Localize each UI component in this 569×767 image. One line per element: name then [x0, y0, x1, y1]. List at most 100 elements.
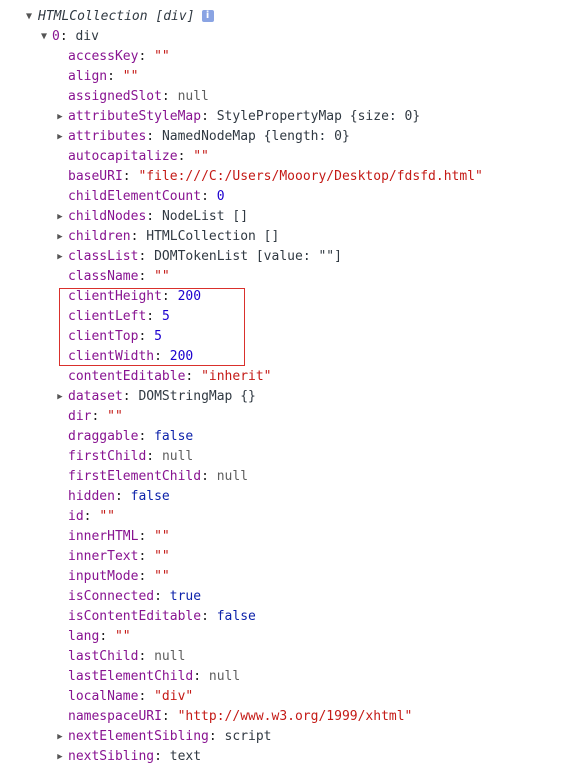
- property-name: clientWidth: [68, 349, 155, 364]
- property-row: assignedSlot: null: [0, 87, 569, 107]
- property-name: accessKey: [68, 49, 139, 64]
- collection-header-row[interactable]: ▼ HTMLCollection [div] i: [0, 7, 569, 27]
- property-value: 200: [169, 349, 194, 364]
- property-row[interactable]: ▶ dataset: DOMStringMap {}: [0, 387, 569, 407]
- object-tree: ▼ HTMLCollection [div] i ▼ 0: div accessK…: [0, 7, 569, 767]
- property-entry: lastElementChild: null: [68, 669, 241, 684]
- property-entry: localName: "div": [68, 689, 194, 704]
- property-name: attributeStyleMap: [68, 109, 202, 124]
- property-entry: innerHTML: "": [68, 529, 170, 544]
- property-row: isContentEditable: false: [0, 607, 569, 627]
- property-name: align: [68, 69, 108, 84]
- property-value: "": [193, 149, 209, 164]
- property-value: "http://www.w3.org/1999/xhtml": [177, 709, 413, 724]
- node-row[interactable]: ▼ 0: div: [0, 27, 569, 47]
- collection-label: HTMLCollection [div]: [38, 9, 195, 24]
- property-name: lastElementChild: [68, 669, 194, 684]
- property-entry: attributes: NamedNodeMap {length: 0}: [68, 129, 350, 144]
- collapse-arrow-icon[interactable]: ▶: [56, 207, 64, 227]
- property-row: firstChild: null: [0, 447, 569, 467]
- property-row[interactable]: ▶ attributes: NamedNodeMap {length: 0}: [0, 127, 569, 147]
- property-row: innerHTML: "": [0, 527, 569, 547]
- property-value: null: [208, 669, 241, 684]
- property-name: innerText: [68, 549, 139, 564]
- property-row[interactable]: ▶ nextElementSibling: script: [0, 727, 569, 747]
- property-value: HTMLCollection []: [146, 229, 280, 244]
- property-name: baseURI: [68, 169, 123, 184]
- property-row: clientLeft: 5: [0, 307, 569, 327]
- property-name: nextElementSibling: [68, 729, 209, 744]
- property-value: true: [169, 589, 202, 604]
- property-row: clientTop: 5: [0, 327, 569, 347]
- property-entry: childNodes: NodeList []: [68, 209, 249, 224]
- collapse-arrow-icon[interactable]: ▶: [56, 227, 64, 247]
- property-entry: inputMode: "": [68, 569, 170, 584]
- property-entry: dir: "": [68, 409, 123, 424]
- collapse-arrow-icon[interactable]: ▶: [56, 727, 64, 747]
- property-value: null: [154, 649, 186, 664]
- property-row: accessKey: "": [0, 47, 569, 67]
- collapse-arrow-icon[interactable]: ▶: [56, 247, 64, 267]
- property-name: lang: [68, 629, 100, 644]
- property-name: autocapitalize: [68, 149, 178, 164]
- collapse-arrow-icon[interactable]: ▶: [56, 747, 64, 767]
- property-entry: attributeStyleMap: StylePropertyMap {siz…: [68, 109, 421, 124]
- property-row[interactable]: ▶ classList: DOMTokenList [value: ""]: [0, 247, 569, 267]
- property-entry: accessKey: "": [68, 49, 170, 64]
- property-entry: assignedSlot: null: [68, 89, 209, 104]
- property-value: 5: [161, 309, 170, 324]
- property-row[interactable]: ▶ childNodes: NodeList []: [0, 207, 569, 227]
- property-entry: clientWidth: 200: [68, 349, 194, 364]
- property-row: clientWidth: 200: [0, 347, 569, 367]
- collapse-arrow-icon[interactable]: ▶: [56, 387, 64, 407]
- property-entry: clientTop: 5: [68, 329, 162, 344]
- property-name: draggable: [68, 429, 139, 444]
- node-type: div: [75, 29, 99, 44]
- property-row: autocapitalize: "": [0, 147, 569, 167]
- property-entry: clientLeft: 5: [68, 309, 170, 324]
- property-value: "inherit": [201, 369, 272, 384]
- property-row: innerText: "": [0, 547, 569, 567]
- property-row: firstElementChild: null: [0, 467, 569, 487]
- property-entry: nextSibling: text: [68, 749, 202, 764]
- property-value: "": [114, 629, 131, 644]
- property-name: childNodes: [68, 209, 147, 224]
- property-entry: namespaceURI: "http://www.w3.org/1999/xh…: [68, 709, 413, 724]
- property-row: className: "": [0, 267, 569, 287]
- property-row[interactable]: ▶ nextSibling: text: [0, 747, 569, 767]
- property-name: hidden: [68, 489, 115, 504]
- property-name: classList: [68, 249, 139, 264]
- collection-header[interactable]: HTMLCollection [div] i: [38, 7, 214, 27]
- property-name: inputMode: [68, 569, 139, 584]
- property-name: clientTop: [68, 329, 139, 344]
- collapse-arrow-icon[interactable]: ▶: [56, 107, 64, 127]
- property-entry: clientHeight: 200: [68, 289, 202, 304]
- expand-arrow-icon[interactable]: ▼: [24, 7, 34, 27]
- property-value: 200: [177, 289, 202, 304]
- property-name: isContentEditable: [68, 609, 202, 624]
- property-entry: lang: "": [68, 629, 131, 644]
- info-icon[interactable]: i: [201, 9, 214, 22]
- property-name: id: [68, 509, 84, 524]
- property-value: false: [130, 489, 170, 504]
- property-entry: hidden: false: [68, 489, 170, 504]
- property-entry: draggable: false: [68, 429, 194, 444]
- collapse-arrow-icon[interactable]: ▶: [56, 127, 64, 147]
- property-name: dir: [68, 409, 92, 424]
- node-label[interactable]: 0: div: [52, 27, 99, 47]
- property-row: dir: "": [0, 407, 569, 427]
- property-name: namespaceURI: [68, 709, 162, 724]
- property-name: clientLeft: [68, 309, 147, 324]
- property-name: firstElementChild: [68, 469, 202, 484]
- property-value: StylePropertyMap {size: 0}: [216, 109, 421, 124]
- property-row[interactable]: ▶ attributeStyleMap: StylePropertyMap {si…: [0, 107, 569, 127]
- property-value: 0: [216, 189, 225, 204]
- property-entry: firstChild: null: [68, 449, 194, 464]
- property-value: "file:///C:/Users/Mooory/Desktop/fdsfd.h…: [138, 169, 483, 184]
- expand-arrow-icon[interactable]: ▼: [39, 27, 49, 47]
- property-row: contentEditable: "inherit": [0, 367, 569, 387]
- property-value: "": [122, 69, 139, 84]
- property-entry: childElementCount: 0: [68, 189, 225, 204]
- property-value: DOMTokenList [value: ""]: [154, 249, 342, 264]
- property-row[interactable]: ▶ children: HTMLCollection []: [0, 227, 569, 247]
